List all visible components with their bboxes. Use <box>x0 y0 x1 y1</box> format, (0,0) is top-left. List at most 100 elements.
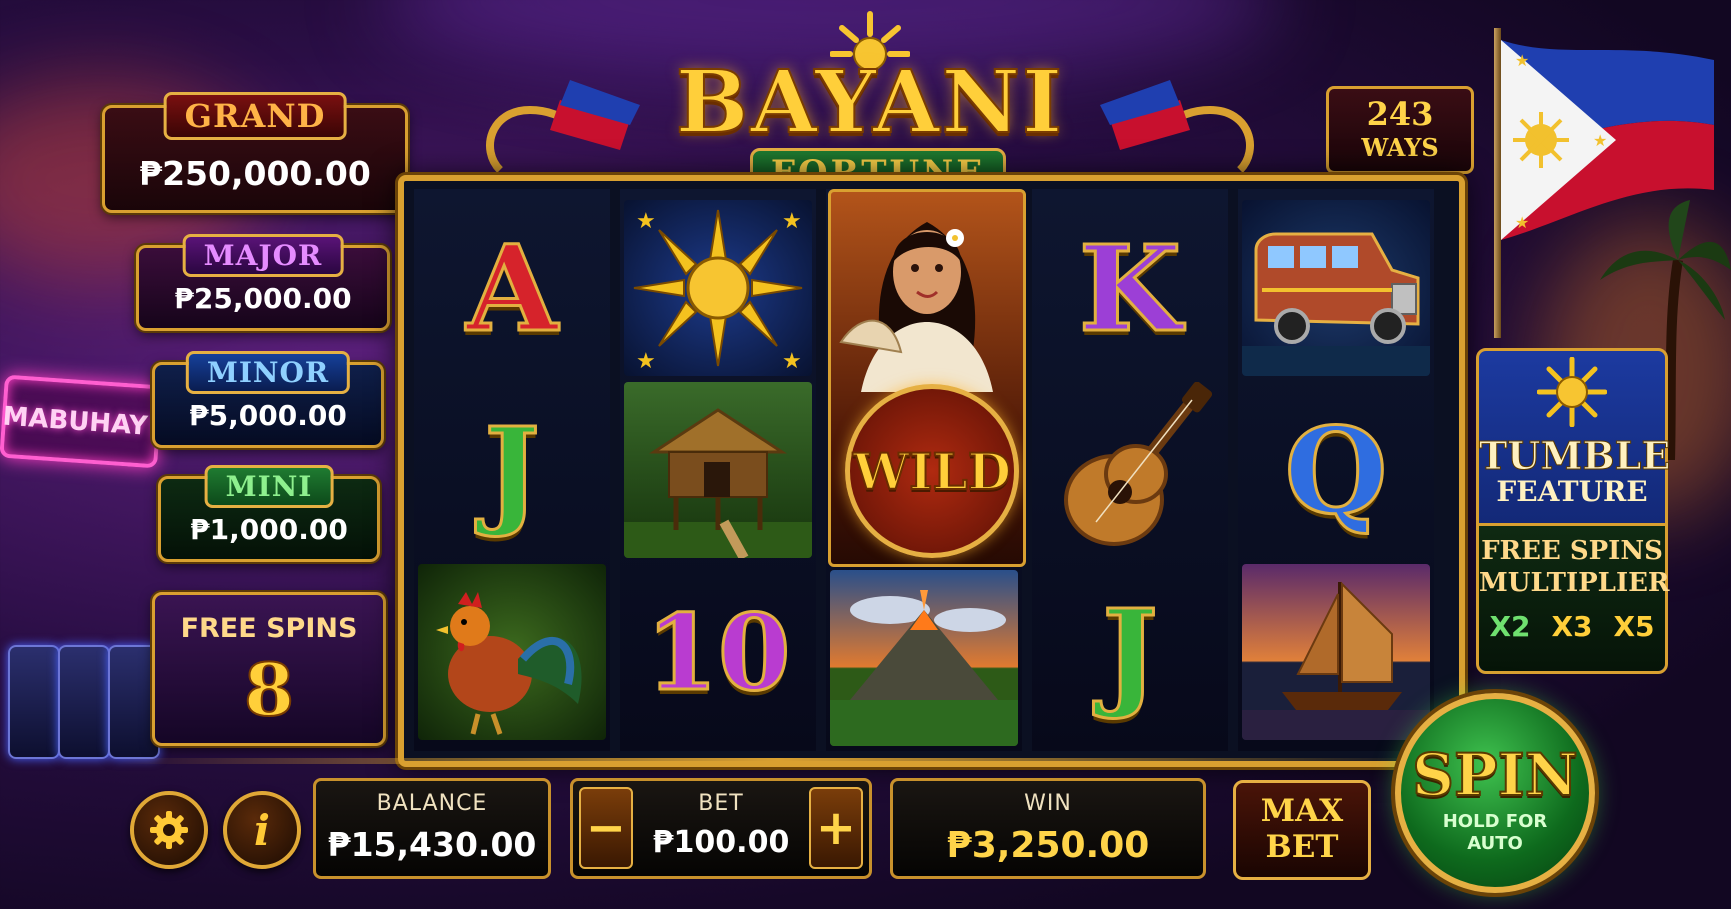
sun-tile: ★ ★ ★ ★ <box>624 200 812 376</box>
symbol-letter-j-2: J <box>1101 581 1160 723</box>
reel-symbol-jeepney <box>1238 197 1434 379</box>
info-button[interactable]: i <box>223 791 301 869</box>
bet-increase-button[interactable]: + <box>809 787 863 869</box>
ways-badge: 243 WAYS <box>1326 86 1474 174</box>
minor-jackpot-value: ₱5,000.00 <box>189 399 347 432</box>
symbol-letter-q: Q <box>1283 399 1389 541</box>
balance-label: BALANCE <box>376 791 488 816</box>
reel-symbol-k: K <box>1032 197 1228 379</box>
reel-1: A J <box>414 189 610 751</box>
fs-multiplier-line1: FREE SPINS <box>1481 536 1663 566</box>
reel-symbol-q: Q <box>1238 379 1434 561</box>
mini-jackpot-value: ₱1,000.00 <box>190 513 348 546</box>
jeepney-icon <box>1242 232 1430 376</box>
symbol-letter-a: A <box>465 217 560 359</box>
minor-jackpot-label: MINOR <box>185 351 351 394</box>
svg-text:★: ★ <box>636 349 656 374</box>
reel-symbol-ten: 10 <box>620 561 816 743</box>
reel-3: WILD <box>826 189 1026 751</box>
free-spins-multiplier-box: FREE SPINS MULTIPLIER X2 X3 X5 <box>1479 526 1670 671</box>
win-panel: WIN ₱3,250.00 <box>890 778 1206 879</box>
philippine-flag: ★ ★ ★ <box>1494 28 1714 338</box>
spin-hint-line2: AUTO <box>1467 833 1523 854</box>
game-logo: BAYANI FORTUNE <box>470 10 1270 200</box>
flag-pole <box>1494 28 1501 338</box>
reel-symbol-sun: ★ ★ ★ ★ <box>620 197 816 379</box>
bottom-bar-strip <box>118 758 1438 764</box>
reel-symbol-volcano <box>826 567 1022 749</box>
sailboat-icon <box>1242 581 1430 740</box>
reel-symbol-ukulele <box>1032 379 1228 561</box>
symbol-letter-j: J <box>483 399 542 541</box>
rooster-icon <box>436 592 582 735</box>
reel-symbol-filipina-wild: WILD <box>828 189 1026 567</box>
major-jackpot-panel: MAJOR ₱25,000.00 <box>136 234 390 331</box>
spin-button[interactable]: SPIN HOLD FOR AUTO <box>1395 693 1595 893</box>
mini-jackpot-panel: MINI ₱1,000.00 <box>158 465 380 562</box>
sun-icon: ★ ★ ★ ★ <box>633 209 803 374</box>
free-spins-counter: FREE SPINS 8 <box>152 592 386 746</box>
fs-multiplier-line2: MULTIPLIER <box>1479 568 1670 598</box>
reel-symbol-rooster <box>414 561 610 743</box>
volcano-tile <box>830 570 1018 746</box>
reel-symbol-nipa-hut <box>620 379 816 561</box>
logo-title: BAYANI <box>675 51 1065 154</box>
max-bet-line2: BET <box>1265 829 1339 865</box>
filipina-icon <box>839 222 993 392</box>
balance-value: ₱15,430.00 <box>327 825 537 864</box>
svg-text:★: ★ <box>1593 131 1607 150</box>
ukulele-icon <box>1064 382 1213 546</box>
volcano-icon <box>830 590 1018 746</box>
reel-grid: A J ★ ★ ★ ★ 10 WILD K J Q <box>398 175 1465 767</box>
reel-4: K J <box>1032 189 1228 751</box>
max-bet-line1: MAX <box>1260 793 1344 829</box>
reel-2: ★ ★ ★ ★ 10 <box>620 189 816 751</box>
spin-label: SPIN <box>1411 740 1579 810</box>
grand-jackpot-panel: GRAND ₱250,000.00 <box>102 92 408 213</box>
svg-text:★: ★ <box>782 209 802 234</box>
settings-button[interactable] <box>130 791 208 869</box>
wild-badge: WILD <box>845 384 1019 558</box>
rooster-tile <box>418 564 606 740</box>
major-jackpot-value: ₱25,000.00 <box>174 282 352 315</box>
background-slot-machine <box>8 645 60 759</box>
multiplier-x2: X2 <box>1489 610 1531 643</box>
jeepney-tile <box>1242 200 1430 376</box>
bet-panel: − BET ₱100.00 + <box>570 778 872 879</box>
grand-jackpot-label: GRAND <box>163 92 347 140</box>
free-spins-count: 8 <box>243 646 295 733</box>
symbol-number-ten: 10 <box>644 589 792 715</box>
nipa-hut-tile <box>624 382 812 558</box>
multiplier-x3: X3 <box>1551 610 1593 643</box>
minor-jackpot-panel: MINOR ₱5,000.00 <box>152 351 384 448</box>
gear-icon <box>150 811 188 849</box>
win-value: ₱3,250.00 <box>946 825 1150 866</box>
sailboat-tile <box>1242 564 1430 740</box>
svg-text:★: ★ <box>636 209 656 234</box>
major-jackpot-label: MAJOR <box>182 234 344 277</box>
tumble-subtitle: FEATURE <box>1496 475 1648 508</box>
svg-text:★: ★ <box>1515 51 1529 70</box>
reel-symbol-sailboat <box>1238 561 1434 743</box>
win-label: WIN <box>1024 791 1072 816</box>
nipa-hut-icon <box>624 408 812 558</box>
multiplier-x5: X5 <box>1613 610 1655 643</box>
feature-info-panel: TUMBLE FEATURE FREE SPINS MULTIPLIER X2 … <box>1476 348 1671 674</box>
mini-jackpot-label: MINI <box>204 465 334 508</box>
reel-5: Q <box>1238 189 1434 751</box>
reel-symbol-j: J <box>414 379 610 561</box>
free-spins-label: FREE SPINS <box>180 613 358 644</box>
ways-number: 243 <box>1366 95 1434 133</box>
ways-label: WAYS <box>1361 133 1439 162</box>
background-slot-machine <box>58 645 110 759</box>
symbol-letter-k: K <box>1077 217 1183 359</box>
flag-cloth: ★ ★ ★ <box>1501 40 1714 240</box>
balance-panel: BALANCE ₱15,430.00 <box>313 778 551 879</box>
svg-text:★: ★ <box>1515 213 1529 232</box>
wild-label: WILD <box>852 441 1012 502</box>
feature-sun-icon <box>1537 357 1607 427</box>
reel-symbol-a: A <box>414 197 610 379</box>
spin-hint-line1: HOLD FOR <box>1442 811 1548 832</box>
tumble-title: TUMBLE <box>1479 433 1671 479</box>
max-bet-button[interactable]: MAX BET <box>1233 780 1371 880</box>
